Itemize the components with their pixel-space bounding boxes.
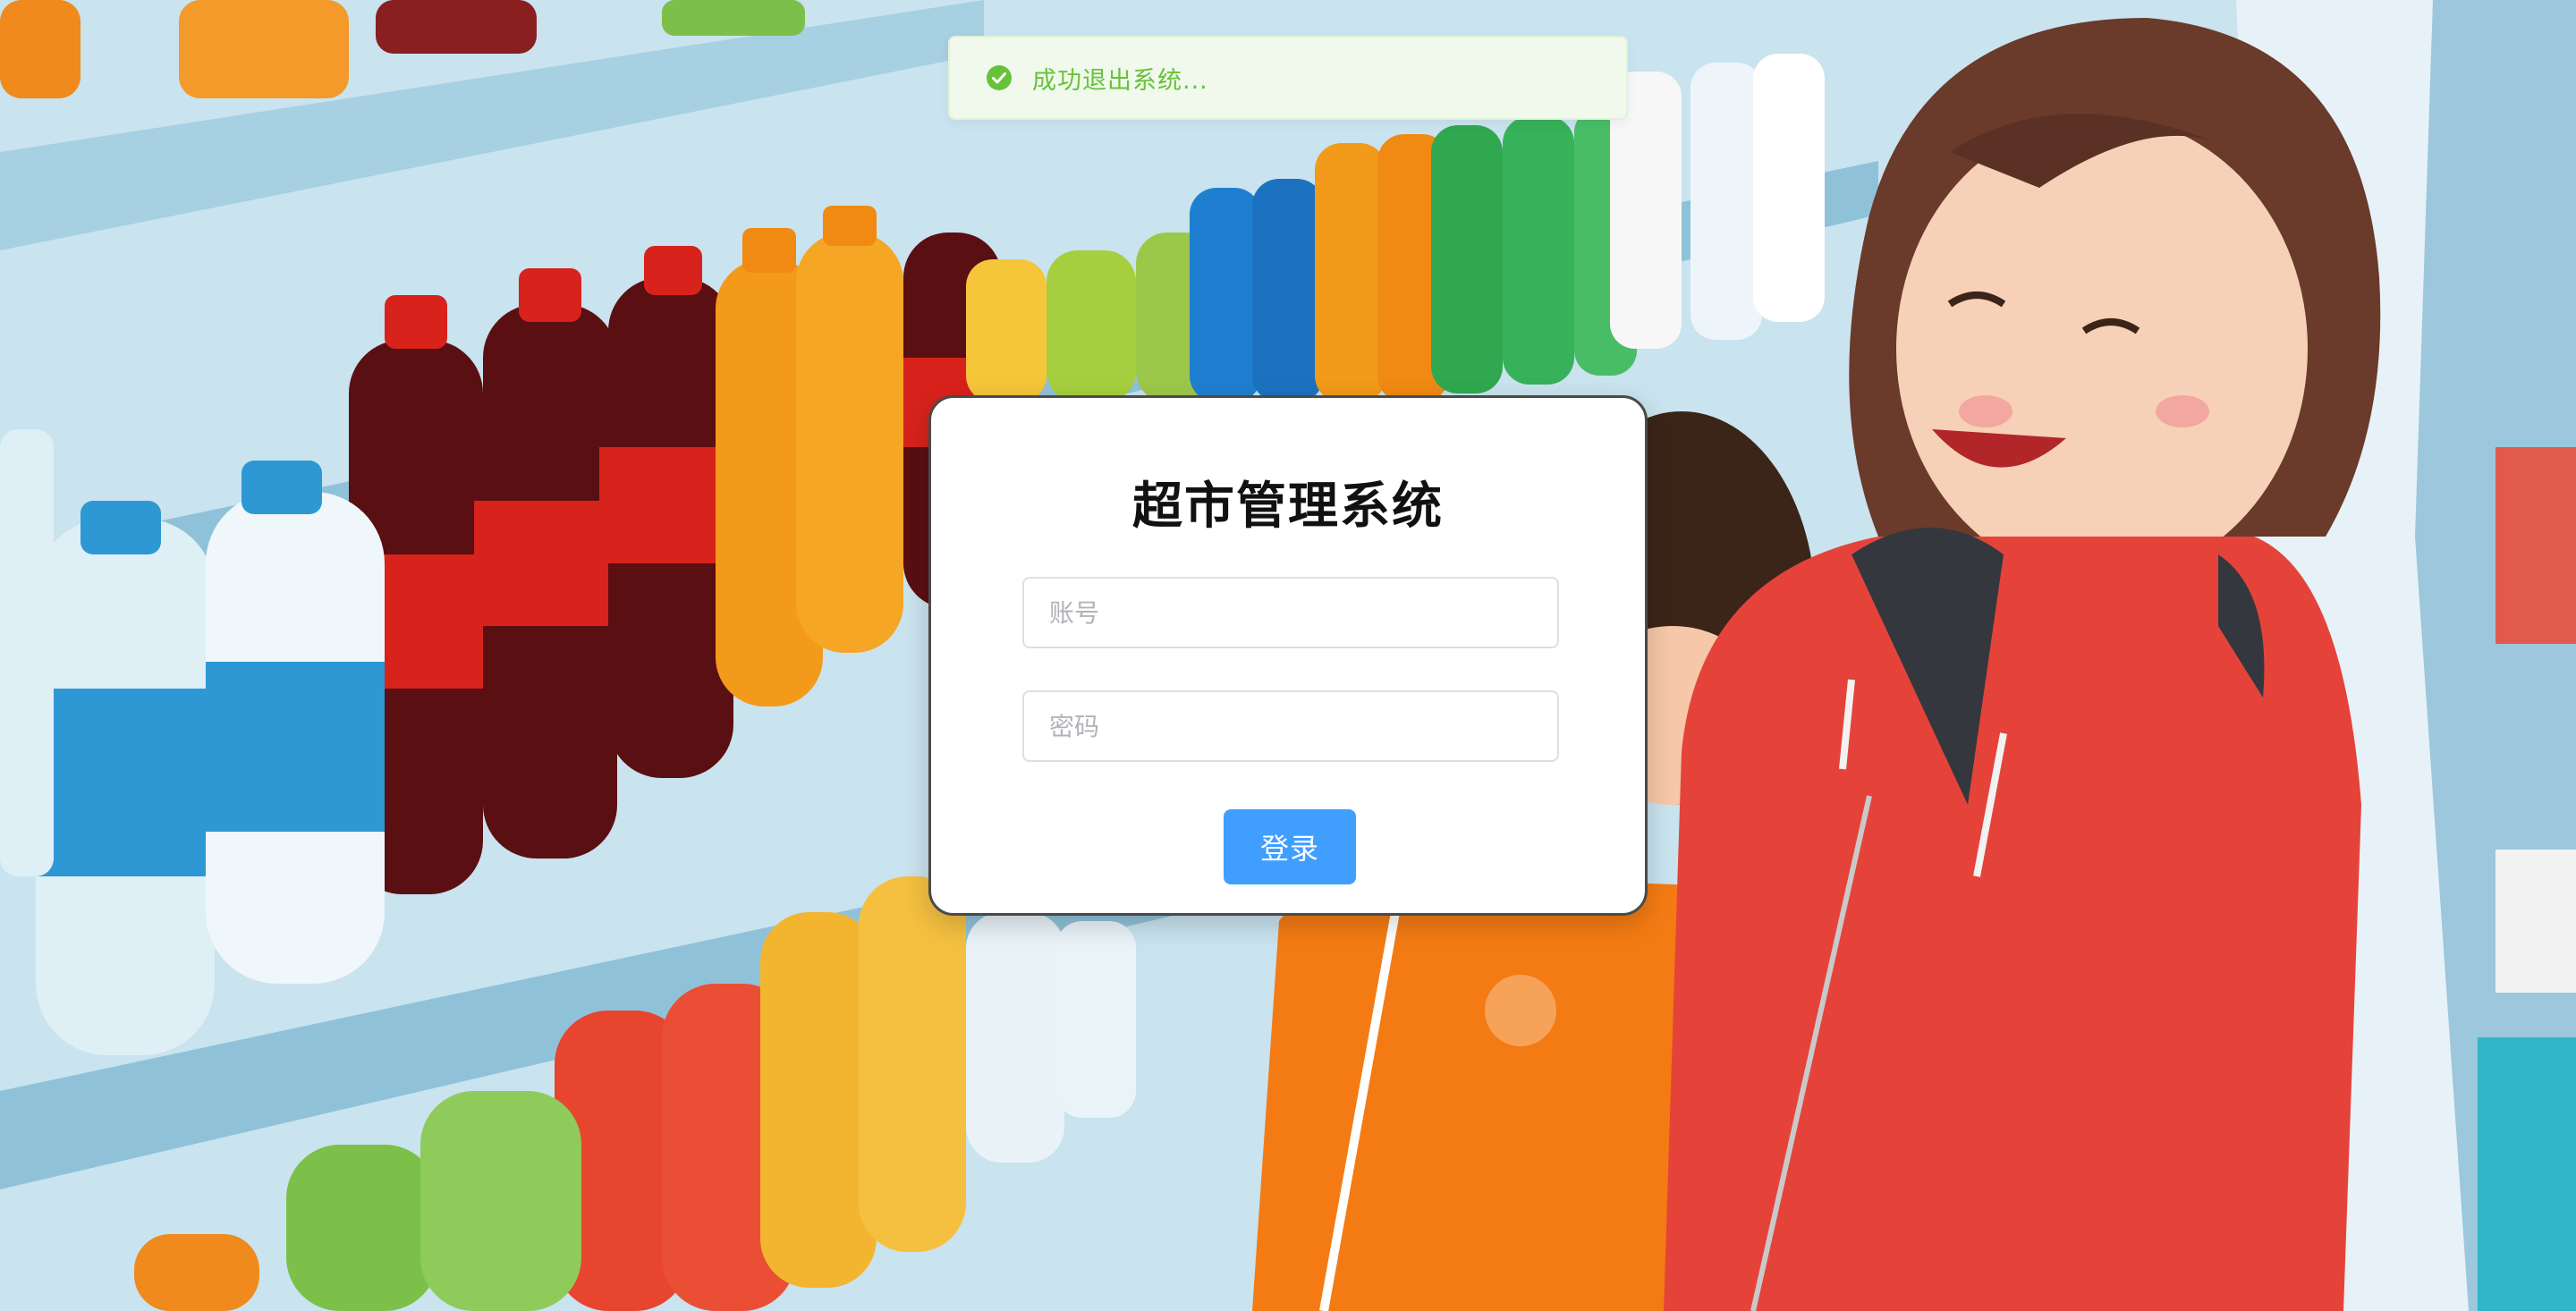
login-page: 成功退出系统... 超市管理系统 登录 xyxy=(0,0,2576,1311)
account-input[interactable] xyxy=(1022,577,1559,648)
check-circle-icon xyxy=(986,64,1013,91)
login-card: 超市管理系统 登录 xyxy=(928,395,1648,916)
logout-success-toast: 成功退出系统... xyxy=(948,36,1628,120)
password-input[interactable] xyxy=(1022,690,1559,762)
page-title: 超市管理系统 xyxy=(1132,478,1444,536)
login-button[interactable]: 登录 xyxy=(1224,809,1356,884)
toast-message: 成功退出系统... xyxy=(1032,66,1208,95)
